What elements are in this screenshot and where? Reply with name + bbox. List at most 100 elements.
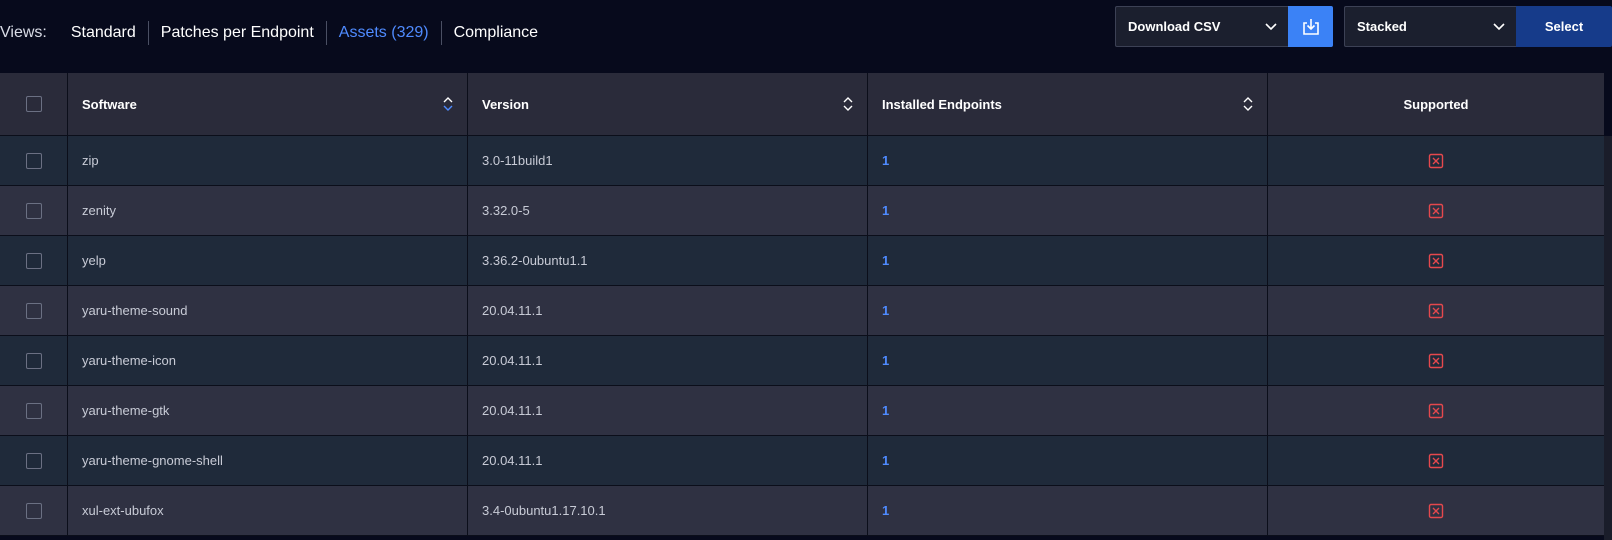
row-checkbox-cell: [0, 236, 68, 285]
installed-endpoints-link[interactable]: 1: [882, 403, 889, 418]
installed-endpoints-cell: 1: [868, 436, 1268, 485]
version-cell: 3.36.2-0ubuntu1.1: [468, 236, 868, 285]
row-checkbox-cell: [0, 186, 68, 235]
supported-cell: [1268, 236, 1604, 285]
row-checkbox-cell: [0, 436, 68, 485]
assets-table: Software Version Installed Endpoints Sup…: [0, 73, 1604, 536]
select-button[interactable]: Select: [1516, 6, 1612, 47]
software-name: yaru-theme-gtk: [82, 403, 170, 418]
installed-endpoints-cell: 1: [868, 336, 1268, 385]
sort-icon[interactable]: [843, 96, 853, 112]
not-supported-icon: [1428, 353, 1444, 368]
version-value: 3.4-0ubuntu1.17.10.1: [482, 503, 606, 518]
installed-endpoints-cell: 1: [868, 136, 1268, 185]
table-row: zenity 3.32.0-5 1: [0, 186, 1604, 236]
column-label-version: Version: [482, 96, 529, 112]
version-value: 3.32.0-5: [482, 203, 530, 218]
version-cell: 20.04.11.1: [468, 286, 868, 335]
layout-select[interactable]: Stacked: [1344, 6, 1517, 47]
not-supported-icon: [1428, 203, 1444, 218]
row-checkbox[interactable]: [25, 202, 42, 219]
not-supported-icon: [1428, 453, 1444, 468]
software-cell: yaru-theme-gnome-shell: [68, 436, 468, 485]
select-all-checkbox[interactable]: [25, 96, 42, 112]
version-value: 3.36.2-0ubuntu1.1: [482, 253, 588, 268]
row-checkbox[interactable]: [25, 252, 42, 269]
top-toolbar: Views: Standard Patches per Endpoint Ass…: [0, 0, 1612, 72]
tab-standard[interactable]: Standard: [59, 21, 149, 45]
supported-cell: [1268, 136, 1604, 185]
row-checkbox[interactable]: [25, 302, 42, 319]
row-checkbox[interactable]: [25, 452, 42, 469]
not-supported-icon: [1428, 153, 1444, 168]
software-cell: zip: [68, 136, 468, 185]
not-supported-icon: [1428, 503, 1444, 518]
version-cell: 3.0-11build1: [468, 136, 868, 185]
table-row: yelp 3.36.2-0ubuntu1.1 1: [0, 236, 1604, 286]
row-checkbox-cell: [0, 386, 68, 435]
supported-cell: [1268, 336, 1604, 385]
views-label: Views:: [0, 24, 47, 41]
installed-endpoints-link[interactable]: 1: [882, 253, 889, 268]
software-name: yaru-theme-gnome-shell: [82, 453, 223, 468]
row-checkbox-cell: [0, 136, 68, 185]
chevron-down-icon: [1265, 22, 1277, 30]
download-format-select[interactable]: Download CSV: [1115, 6, 1289, 47]
table-row: xul-ext-ubufox 3.4-0ubuntu1.17.10.1 1: [0, 486, 1604, 536]
software-name: xul-ext-ubufox: [82, 503, 164, 518]
row-checkbox-cell: [0, 336, 68, 385]
software-cell: zenity: [68, 186, 468, 235]
version-cell: 3.32.0-5: [468, 186, 868, 235]
row-checkbox[interactable]: [25, 502, 42, 519]
version-value: 20.04.11.1: [482, 453, 543, 468]
table-row: yaru-theme-sound 20.04.11.1 1: [0, 286, 1604, 336]
installed-endpoints-cell: 1: [868, 286, 1268, 335]
software-name: yelp: [82, 253, 106, 268]
software-name: zenity: [82, 203, 116, 218]
header-checkbox-cell: [0, 73, 68, 135]
version-cell: 3.4-0ubuntu1.17.10.1: [468, 486, 868, 535]
installed-endpoints-cell: 1: [868, 186, 1268, 235]
installed-endpoints-link[interactable]: 1: [882, 303, 889, 318]
software-cell: yaru-theme-icon: [68, 336, 468, 385]
tab-patches-per-endpoint[interactable]: Patches per Endpoint: [149, 21, 327, 45]
chevron-down-icon: [1493, 22, 1505, 30]
installed-endpoints-link[interactable]: 1: [882, 453, 889, 468]
version-value: 3.0-11build1: [482, 153, 553, 168]
not-supported-icon: [1428, 253, 1444, 268]
software-name: yaru-theme-icon: [82, 353, 176, 368]
software-cell: yaru-theme-gtk: [68, 386, 468, 435]
software-cell: yaru-theme-sound: [68, 286, 468, 335]
tab-assets[interactable]: Assets (329): [327, 21, 442, 45]
table-body: zip 3.0-11build1 1 zenity 3.32.0-5 1 yel…: [0, 136, 1604, 536]
column-label-software: Software: [82, 96, 137, 112]
not-supported-icon: [1428, 403, 1444, 418]
installed-endpoints-link[interactable]: 1: [882, 353, 889, 368]
column-header-installed-endpoints[interactable]: Installed Endpoints: [868, 73, 1268, 135]
row-checkbox[interactable]: [25, 402, 42, 419]
installed-endpoints-link[interactable]: 1: [882, 503, 889, 518]
version-cell: 20.04.11.1: [468, 336, 868, 385]
installed-endpoints-link[interactable]: 1: [882, 153, 889, 168]
table-row: yaru-theme-gtk 20.04.11.1 1: [0, 386, 1604, 436]
download-button[interactable]: [1288, 6, 1333, 47]
table-row: yaru-theme-gnome-shell 20.04.11.1 1: [0, 436, 1604, 486]
sort-icon[interactable]: [1243, 96, 1253, 112]
software-name: zip: [82, 153, 99, 168]
installed-endpoints-link[interactable]: 1: [882, 203, 889, 218]
supported-cell: [1268, 486, 1604, 535]
table-scrollbar[interactable]: [1604, 136, 1612, 540]
row-checkbox[interactable]: [25, 152, 42, 169]
column-header-software[interactable]: Software: [68, 73, 468, 135]
supported-cell: [1268, 186, 1604, 235]
table-row: yaru-theme-icon 20.04.11.1 1: [0, 336, 1604, 386]
supported-cell: [1268, 436, 1604, 485]
column-header-version[interactable]: Version: [468, 73, 868, 135]
layout-select-value: Stacked: [1357, 19, 1407, 34]
installed-endpoints-cell: 1: [868, 236, 1268, 285]
sort-icon[interactable]: [443, 96, 453, 112]
version-cell: 20.04.11.1: [468, 436, 868, 485]
software-cell: xul-ext-ubufox: [68, 486, 468, 535]
tab-compliance[interactable]: Compliance: [442, 21, 550, 45]
row-checkbox[interactable]: [25, 352, 42, 369]
